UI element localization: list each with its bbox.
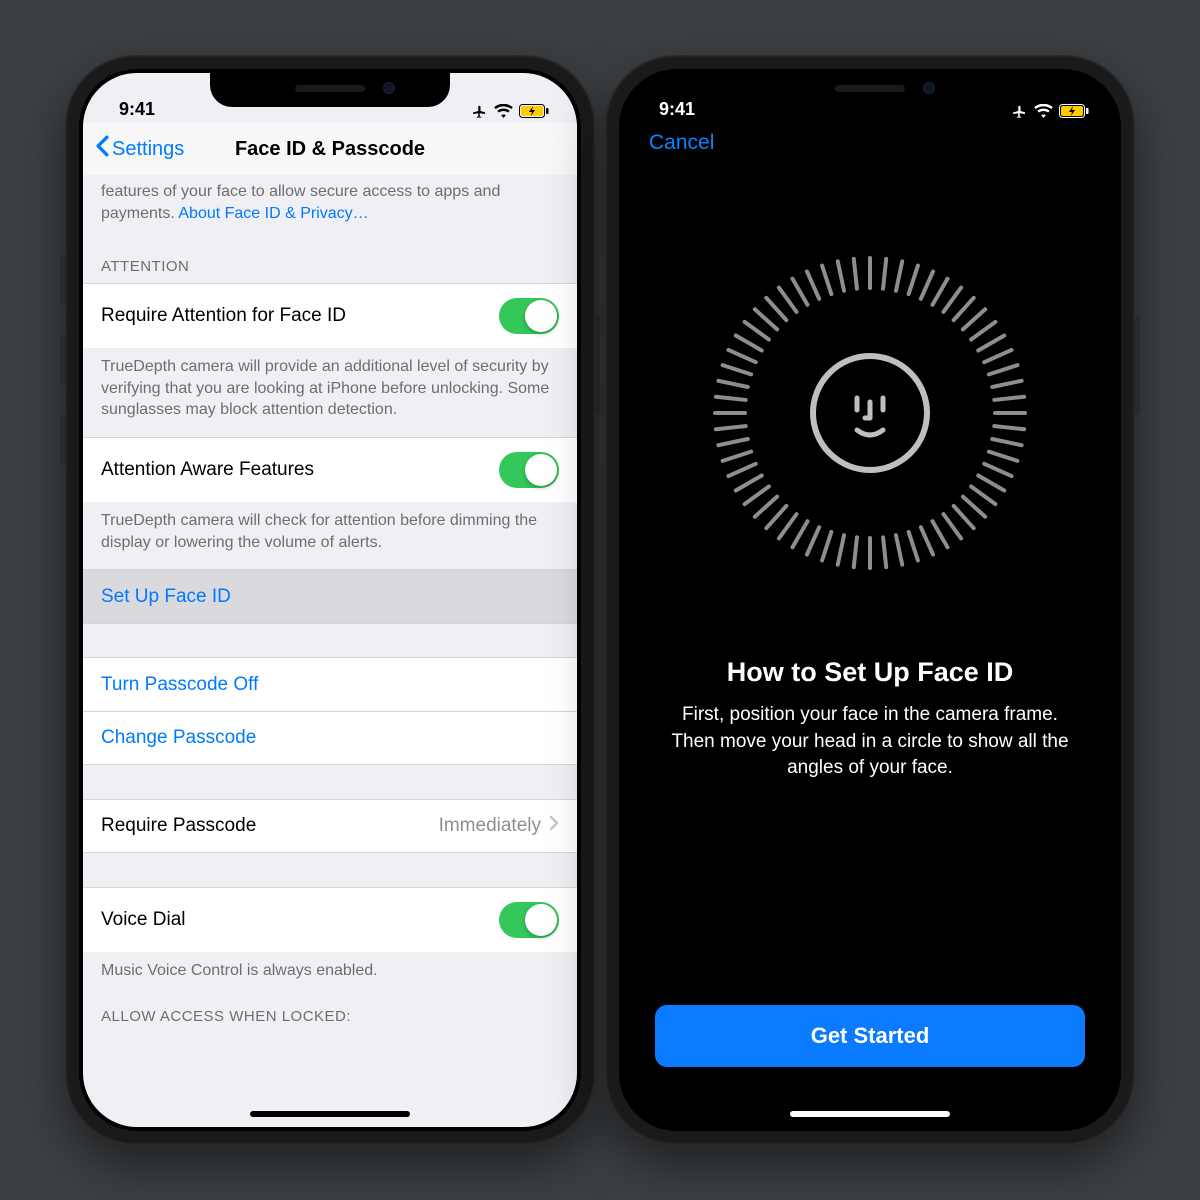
chevron-right-icon	[549, 815, 559, 837]
setup-title: How to Set Up Face ID	[727, 657, 1014, 688]
change-passcode-label: Change Passcode	[101, 727, 256, 749]
voice-dial-switch[interactable]	[499, 902, 559, 938]
notch	[750, 69, 990, 107]
voice-dial-desc: Music Voice Control is always enabled.	[83, 952, 577, 998]
section-allow-access: ALLOW ACCESS WHEN LOCKED:	[83, 998, 577, 1033]
airplane-icon	[470, 102, 488, 120]
require-passcode-cell[interactable]: Require Passcode Immediately	[83, 799, 577, 853]
nav-bar: Settings Face ID & Passcode	[83, 123, 577, 175]
setup-faceid-cell[interactable]: Set Up Face ID	[83, 569, 577, 623]
home-indicator[interactable]	[790, 1111, 950, 1117]
page-title: Face ID & Passcode	[83, 138, 577, 161]
require-attention-switch[interactable]	[499, 298, 559, 334]
attention-aware-switch[interactable]	[499, 452, 559, 488]
require-attention-label: Require Attention for Face ID	[101, 305, 346, 327]
settings-content[interactable]: features of your face to allow secure ac…	[83, 175, 577, 1127]
battery-charging-icon	[1059, 104, 1089, 118]
require-attention-cell: Require Attention for Face ID	[83, 283, 577, 348]
require-passcode-value: Immediately	[439, 815, 541, 837]
intro-footer: features of your face to allow secure ac…	[83, 175, 577, 232]
phone-frame-left: 9:41	[65, 55, 595, 1145]
notch	[210, 69, 450, 107]
status-time: 9:41	[659, 99, 695, 120]
attention-aware-label: Attention Aware Features	[101, 459, 314, 481]
wifi-icon	[494, 104, 513, 118]
faceid-dial	[710, 253, 1030, 573]
setup-description: First, position your face in the camera …	[623, 702, 1117, 782]
turn-passcode-off-cell[interactable]: Turn Passcode Off	[83, 657, 577, 711]
voice-dial-cell: Voice Dial	[83, 887, 577, 952]
turn-passcode-off-label: Turn Passcode Off	[101, 674, 258, 696]
require-passcode-label: Require Passcode	[101, 815, 256, 837]
home-indicator[interactable]	[250, 1111, 410, 1117]
voice-dial-label: Voice Dial	[101, 909, 186, 931]
airplane-icon	[1010, 102, 1028, 120]
faceid-setup-screen: 9:41 Cancel	[623, 73, 1117, 1127]
cancel-button[interactable]: Cancel	[649, 131, 714, 154]
attention-aware-cell: Attention Aware Features	[83, 437, 577, 502]
section-attention: ATTENTION	[83, 232, 577, 283]
get-started-button[interactable]: Get Started	[655, 1005, 1085, 1067]
status-time: 9:41	[119, 99, 155, 120]
attention-aware-desc: TrueDepth camera will check for attentio…	[83, 502, 577, 569]
require-attention-desc: TrueDepth camera will provide an additio…	[83, 348, 577, 437]
change-passcode-cell[interactable]: Change Passcode	[83, 711, 577, 765]
about-faceid-privacy-link[interactable]: About Face ID & Privacy…	[178, 205, 368, 222]
setup-faceid-label: Set Up Face ID	[101, 586, 231, 608]
settings-screen: 9:41	[83, 73, 577, 1127]
wifi-icon	[1034, 104, 1053, 118]
phone-frame-right: 9:41 Cancel	[605, 55, 1135, 1145]
battery-charging-icon	[519, 104, 549, 118]
